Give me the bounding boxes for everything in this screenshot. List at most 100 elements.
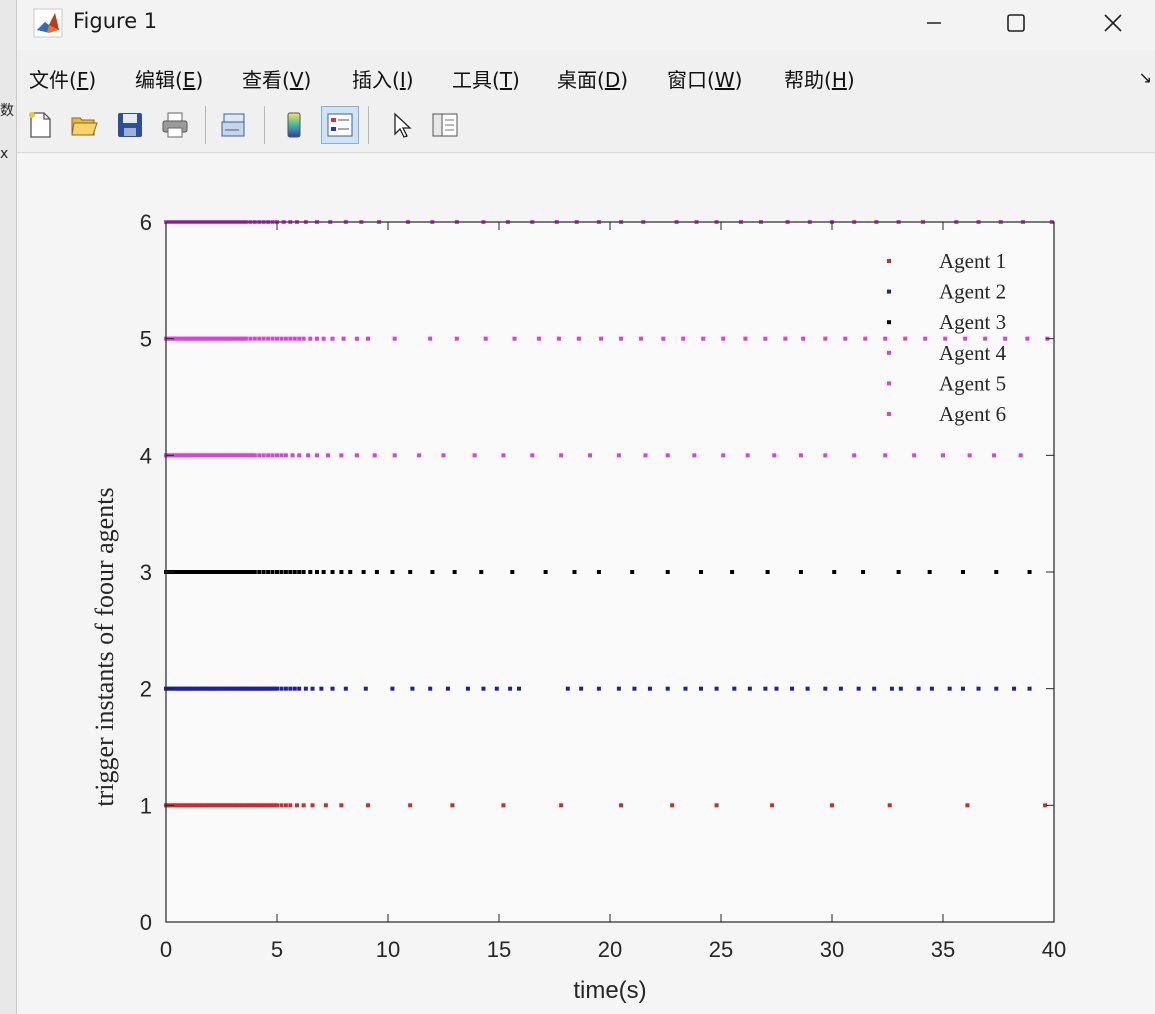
- trigger-point-agent-5: [297, 336, 302, 341]
- trigger-point-agent-2: [343, 686, 348, 691]
- maximize-button[interactable]: [968, 0, 1064, 46]
- trigger-point-agent-5: [275, 336, 279, 341]
- trigger-point-agent-4: [501, 453, 506, 458]
- trigger-point-agent-3: [861, 570, 866, 574]
- trigger-point-agent-2: [579, 686, 584, 691]
- trigger-point-agent-4: [941, 453, 945, 458]
- trigger-point-agent-4: [314, 453, 319, 458]
- trigger-point-agent-4: [279, 453, 284, 458]
- trigger-point-agent-2: [838, 686, 843, 691]
- trigger-point-agent-3: [330, 570, 335, 574]
- trigger-point-agent-2: [898, 686, 903, 691]
- dock-arrow-icon[interactable]: ↘: [1139, 68, 1152, 87]
- menu-window[interactable]: 窗口(W): [667, 64, 742, 93]
- trigger-point-agent-5: [599, 336, 604, 341]
- trigger-point-agent-5: [321, 336, 326, 341]
- trigger-point-agent-2: [410, 686, 415, 691]
- trigger-point-agent-5: [903, 336, 908, 341]
- trigger-point-agent-5: [288, 336, 293, 341]
- trigger-point-agent-5: [661, 336, 666, 341]
- trigger-point-agent-1: [830, 803, 834, 808]
- trigger-point-agent-3: [572, 570, 577, 574]
- open-file-icon: [71, 117, 98, 136]
- trigger-point-agent-4: [252, 453, 257, 458]
- trigger-point-agent-4: [912, 453, 917, 458]
- menu-help[interactable]: 帮助(H): [784, 64, 855, 93]
- colorbar-button[interactable]: [275, 106, 313, 144]
- trigger-point-agent-5: [743, 336, 748, 341]
- legend-entry: Agent 2: [939, 280, 1006, 304]
- new-figure-button[interactable]: [21, 106, 59, 144]
- trigger-point-agent-2: [516, 686, 521, 691]
- trigger-point-agent-2: [494, 686, 499, 691]
- legend-entry: Agent 3: [939, 310, 1006, 334]
- trigger-point-agent-4: [297, 453, 302, 458]
- matlab-logo-icon: [33, 8, 63, 38]
- trigger-point-agent-2: [665, 686, 670, 691]
- y-tick-label: 6: [140, 210, 152, 235]
- trigger-point-agent-3: [390, 570, 395, 574]
- trigger-point-agent-5: [270, 336, 275, 341]
- trigger-point-agent-2: [856, 686, 861, 691]
- trigger-point-agent-4: [643, 453, 648, 458]
- trigger-point-agent-2: [292, 686, 297, 691]
- y-tick-label: 0: [140, 910, 152, 935]
- figure-window: Figure 1 文件(F) 编辑(E) 查看(V) 插入(I) 工具(T) 桌…: [16, 0, 1155, 1014]
- save-button[interactable]: [111, 106, 149, 144]
- trigger-point-agent-4: [692, 453, 697, 458]
- x-tick-label: 5: [271, 937, 283, 962]
- trigger-point-agent-2: [889, 686, 894, 691]
- legend-entry: Agent 4: [939, 341, 1007, 365]
- menu-edit[interactable]: 编辑(E): [135, 64, 203, 93]
- scatter-plot[interactable]: 0 5 10 15 20 25 30 35 40 0 1 2 3 4 5 6 Agent 1 Agent 2 Ag…: [17, 154, 1155, 1014]
- print-button[interactable]: [156, 106, 194, 144]
- trigger-point-agent-2: [465, 686, 470, 691]
- trigger-point-agent-4: [588, 453, 593, 458]
- legend-button[interactable]: [321, 106, 359, 144]
- trigger-point-agent-3: [596, 570, 601, 574]
- menu-insert[interactable]: 插入(I): [352, 64, 414, 93]
- trigger-point-agent-4: [559, 453, 564, 458]
- trigger-point-agent-1: [310, 803, 315, 808]
- trigger-point-agent-5: [330, 336, 335, 341]
- trigger-point-agent-5: [252, 336, 257, 341]
- trigger-point-agent-4: [283, 453, 288, 458]
- trigger-point-agent-1: [887, 803, 892, 808]
- link-plot-button[interactable]: [215, 106, 253, 144]
- close-button[interactable]: [1065, 0, 1155, 46]
- trigger-point-agent-1: [450, 803, 455, 808]
- trigger-point-agent-3: [288, 570, 293, 574]
- menu-tools[interactable]: 工具(T): [452, 64, 520, 93]
- x-tick-label: 40: [1042, 937, 1066, 962]
- menu-desktop[interactable]: 桌面(D): [557, 64, 628, 93]
- trigger-point-agent-5: [483, 336, 488, 341]
- y-tick-label: 3: [140, 560, 152, 585]
- legend-entry: Agent 1: [939, 249, 1006, 273]
- menu-view[interactable]: 查看(V): [242, 64, 311, 93]
- figure-canvas[interactable]: 0 5 10 15 20 25 30 35 40 0 1 2 3 4 5 6 Agent 1 Agent 2 Ag…: [17, 154, 1155, 1014]
- menu-file[interactable]: 文件(F): [29, 64, 96, 93]
- trigger-point-agent-5: [783, 336, 788, 341]
- trigger-point-agent-5: [283, 336, 288, 341]
- trigger-point-agent-1: [366, 803, 371, 808]
- property-inspector-button[interactable]: [426, 106, 464, 144]
- trigger-point-agent-3: [275, 570, 279, 574]
- open-file-button[interactable]: [65, 106, 103, 144]
- trigger-point-agent-2: [747, 686, 752, 691]
- trigger-point-agent-2: [994, 686, 999, 691]
- trigger-point-agent-4: [372, 453, 377, 458]
- title-bar[interactable]: Figure 1: [17, 0, 1155, 50]
- legend-marker: [887, 289, 891, 294]
- trigger-point-agent-1: [619, 803, 624, 808]
- trigger-point-agent-4: [967, 453, 972, 458]
- trigger-point-agent-3: [960, 570, 965, 574]
- edit-plot-button[interactable]: [382, 106, 420, 144]
- trigger-point-agent-5: [341, 336, 346, 341]
- trigger-point-agent-4: [339, 453, 344, 458]
- property-inspector-icon: [432, 113, 458, 137]
- trigger-point-agent-3: [543, 570, 548, 574]
- trigger-point-agent-3: [374, 570, 379, 574]
- trigger-point-agent-4: [354, 453, 359, 458]
- trigger-point-agent-2: [763, 686, 768, 691]
- legend-marker: [887, 259, 891, 263]
